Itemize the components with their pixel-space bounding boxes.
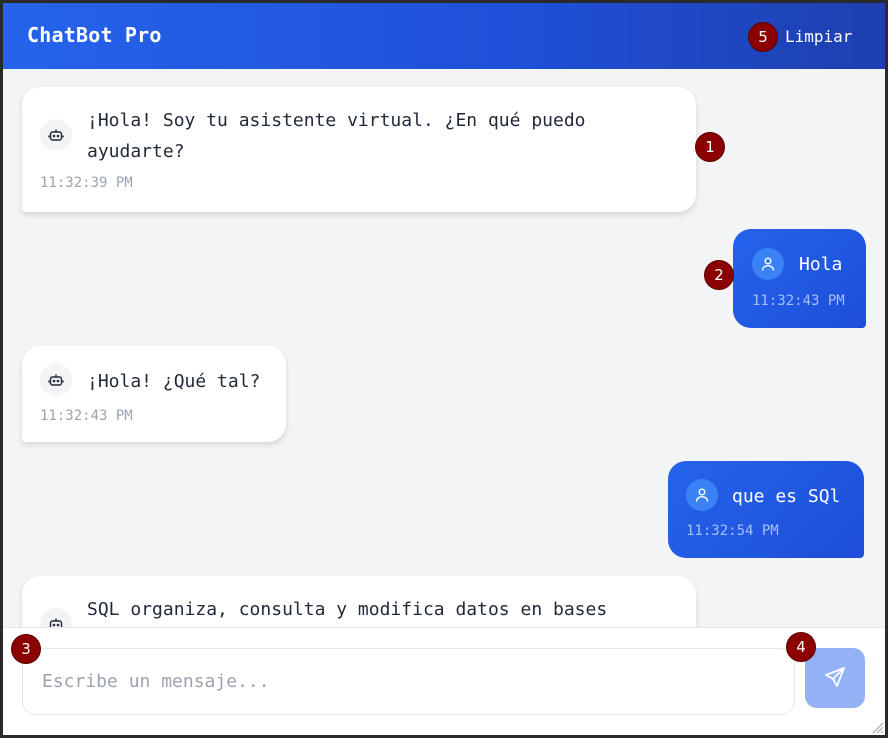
- annotation-badge: 3: [11, 634, 41, 664]
- message-time: 11:32:43 PM: [40, 408, 133, 424]
- message-time: 11:32:54 PM: [686, 523, 779, 539]
- robot-icon: [40, 608, 72, 627]
- bot-message: SQL organiza, consulta y modifica datos …: [22, 576, 696, 627]
- resize-handle[interactable]: [870, 720, 884, 734]
- message-input[interactable]: [22, 648, 795, 715]
- message-text: Hola: [799, 254, 843, 275]
- chat-window: ChatBot Pro Limpiar ¡Hola! Soy tu asiste…: [3, 3, 885, 735]
- composer: [3, 627, 885, 735]
- send-icon: [823, 665, 847, 692]
- app-title: ChatBot Pro: [27, 23, 162, 47]
- message-list[interactable]: ¡Hola! Soy tu asistente virtual. ¿En qué…: [3, 69, 885, 627]
- message-time: 11:32:43 PM: [752, 293, 845, 309]
- user-icon: [752, 248, 784, 280]
- annotation-badge: 5: [748, 22, 778, 52]
- user-message: que es SQl 11:32:54 PM: [668, 461, 864, 558]
- robot-icon: [40, 364, 72, 396]
- user-icon: [686, 479, 718, 511]
- message-time: 11:32:39 PM: [40, 175, 133, 191]
- send-button[interactable]: [805, 648, 865, 708]
- user-message: Hola 11:32:43 PM: [733, 229, 866, 328]
- message-text: ¡Hola! ¿Qué tal?: [87, 371, 261, 392]
- robot-icon: [40, 119, 72, 151]
- message-text: que es SQl: [732, 486, 841, 507]
- clear-button[interactable]: Limpiar: [785, 27, 852, 46]
- message-line: ¡Hola! Soy tu asistente virtual. ¿En qué…: [87, 110, 586, 131]
- annotation-badge: 2: [704, 260, 734, 290]
- message-line: ayudarte?: [87, 141, 185, 162]
- bot-message: ¡Hola! ¿Qué tal? 11:32:43 PM: [22, 346, 286, 442]
- message-text: SQL organiza, consulta y modifica datos …: [87, 599, 608, 620]
- bot-message: ¡Hola! Soy tu asistente virtual. ¿En qué…: [22, 87, 696, 212]
- message-text: ¡Hola! Soy tu asistente virtual. ¿En qué…: [87, 105, 586, 167]
- annotation-badge: 1: [695, 132, 725, 162]
- annotation-badge: 4: [786, 632, 816, 662]
